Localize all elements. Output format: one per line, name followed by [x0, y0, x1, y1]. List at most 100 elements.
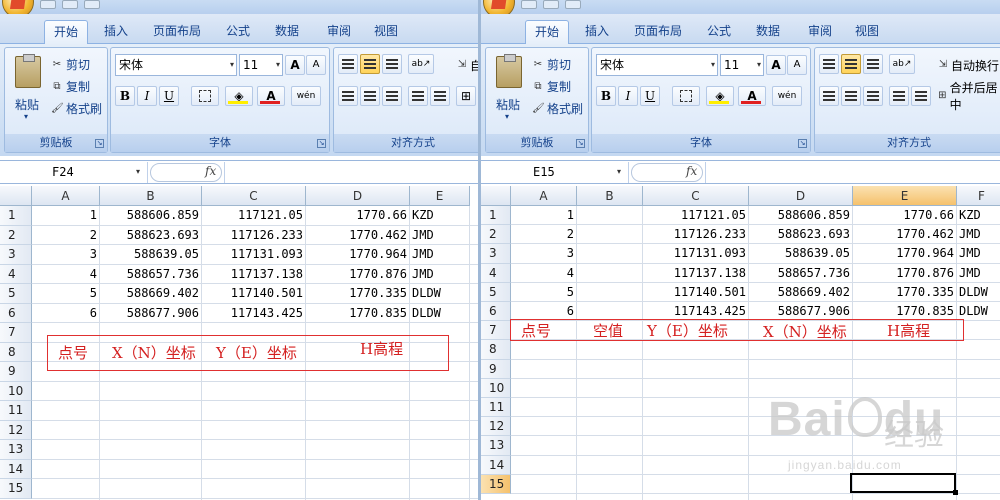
align-middle-button[interactable] — [841, 54, 861, 74]
formula-input[interactable] — [224, 162, 478, 183]
table-cell[interactable]: JMD — [957, 264, 1000, 283]
column-header-B[interactable]: B — [100, 186, 202, 206]
border-button[interactable] — [672, 86, 700, 106]
table-cell[interactable]: 3 — [32, 245, 100, 265]
paste-icon[interactable] — [496, 54, 522, 88]
column-header-A[interactable]: A — [32, 186, 100, 206]
row-header-4[interactable]: 4 — [0, 264, 32, 284]
align-bottom-button[interactable] — [382, 54, 402, 74]
table-cell[interactable]: 4 — [511, 264, 577, 283]
grow-font-button[interactable]: A — [766, 55, 786, 75]
row-header-7[interactable]: 7 — [0, 323, 32, 343]
row-header-10[interactable]: 10 — [0, 381, 32, 401]
fill-color-button[interactable]: ◈ — [706, 86, 734, 106]
table-cell[interactable]: 6 — [32, 304, 100, 324]
table-cell[interactable]: 1770.835 — [306, 304, 410, 324]
row-header-14[interactable]: 14 — [481, 455, 511, 475]
orientation-button[interactable]: ab↗ — [408, 54, 434, 74]
table-cell[interactable]: 117140.501 — [643, 283, 749, 302]
table-cell[interactable]: KZD — [957, 206, 1000, 225]
column-header-E[interactable]: E — [853, 186, 957, 206]
table-cell[interactable]: 117121.05 — [202, 206, 306, 226]
font-color-button[interactable]: A — [738, 86, 766, 106]
table-cell[interactable]: 1770.335 — [853, 283, 957, 302]
copy-button[interactable]: ⧉ 复制 — [51, 78, 90, 95]
table-cell[interactable]: DLDW — [410, 304, 470, 324]
italic-button[interactable]: I — [137, 86, 157, 106]
orientation-button[interactable]: ab↗ — [889, 54, 915, 74]
column-header-B[interactable]: B — [577, 186, 643, 206]
table-cell[interactable]: DLDW — [957, 283, 1000, 302]
table-cell[interactable]: 588669.402 — [749, 283, 853, 302]
shrink-font-button[interactable]: A — [787, 55, 807, 75]
paste-button-label[interactable]: 粘贴 — [15, 96, 39, 113]
table-cell[interactable]: 1770.876 — [853, 264, 957, 283]
font-size-select[interactable]: 11 ▾ — [720, 54, 764, 76]
table-cell[interactable]: 588639.05 — [749, 244, 853, 263]
insert-function-icon[interactable]: fx — [205, 164, 216, 178]
table-cell[interactable]: 117137.138 — [202, 265, 306, 285]
active-cell-selection[interactable] — [850, 473, 956, 493]
align-right-button[interactable] — [863, 86, 883, 106]
table-cell[interactable]: 588623.693 — [749, 225, 853, 244]
row-header-2[interactable]: 2 — [0, 225, 32, 245]
chevron-down-icon[interactable]: ▾ — [24, 112, 28, 121]
font-color-button[interactable]: A — [257, 86, 285, 106]
align-middle-button[interactable] — [360, 54, 380, 74]
table-cell[interactable]: 588677.906 — [100, 304, 202, 324]
undo-icon[interactable] — [543, 0, 559, 9]
bold-button[interactable]: B — [115, 86, 135, 106]
table-cell[interactable]: 588623.693 — [100, 226, 202, 246]
format_painter-button[interactable]: 🖌 格式刷 — [532, 100, 583, 117]
column-header-A[interactable]: A — [511, 186, 577, 206]
paste-button-label[interactable]: 粘贴 — [496, 96, 520, 113]
column-header-E[interactable]: E — [410, 186, 470, 206]
table-cell[interactable]: 1770.335 — [306, 284, 410, 304]
increase-indent-button[interactable] — [911, 86, 931, 106]
cut-button[interactable]: ✂ 剪切 — [532, 56, 571, 73]
dialog-launcher-icon[interactable]: ↘ — [798, 139, 807, 148]
row-header-9[interactable]: 9 — [0, 362, 32, 382]
select-all-corner[interactable] — [481, 186, 511, 206]
column-header-F[interactable]: F — [957, 186, 1000, 206]
tab-5[interactable]: 审阅 — [318, 20, 360, 44]
redo-icon[interactable] — [84, 0, 100, 9]
row-header-8[interactable]: 8 — [0, 342, 32, 362]
wrap-text-button[interactable]: ⇲ 自 — [456, 55, 478, 75]
column-header-D[interactable]: D — [306, 186, 410, 206]
table-cell[interactable]: 117126.233 — [643, 225, 749, 244]
row-header-5[interactable]: 5 — [481, 282, 511, 302]
table-cell[interactable]: 588606.859 — [749, 206, 853, 225]
copy-button[interactable]: ⧉ 复制 — [532, 78, 571, 95]
underline-button[interactable]: U — [640, 86, 660, 106]
table-cell[interactable]: JMD — [957, 244, 1000, 263]
decrease-indent-button[interactable] — [408, 86, 428, 106]
save-icon[interactable] — [40, 0, 56, 9]
table-cell[interactable]: 1770.462 — [306, 226, 410, 246]
row-header-5[interactable]: 5 — [0, 284, 32, 304]
row-header-14[interactable]: 14 — [0, 459, 32, 479]
table-cell[interactable]: 1770.876 — [306, 265, 410, 285]
table-cell[interactable]: 2 — [511, 225, 577, 244]
row-header-13[interactable]: 13 — [0, 440, 32, 460]
column-header-D[interactable]: D — [749, 186, 853, 206]
tab-0[interactable]: 开始 — [525, 20, 570, 44]
table-cell[interactable]: 1770.66 — [853, 206, 957, 225]
phonetic-button[interactable]: wén — [291, 86, 321, 106]
fill-color-button[interactable]: ◈ — [225, 86, 253, 106]
table-cell[interactable]: JMD — [957, 225, 1000, 244]
border-button[interactable] — [191, 86, 219, 106]
table-cell[interactable]: 588657.736 — [749, 264, 853, 283]
insert-function-icon[interactable]: fx — [686, 164, 697, 178]
dialog-launcher-icon[interactable]: ↘ — [95, 139, 104, 148]
table-cell[interactable]: JMD — [410, 265, 470, 285]
align-top-button[interactable] — [819, 54, 839, 74]
tab-6[interactable]: 视图 — [846, 20, 888, 44]
dialog-launcher-icon[interactable]: ↘ — [576, 139, 585, 148]
align-left-button[interactable] — [819, 86, 839, 106]
row-header-6[interactable]: 6 — [0, 303, 32, 323]
row-header-9[interactable]: 9 — [481, 359, 511, 379]
paste-icon[interactable] — [15, 54, 41, 88]
save-icon[interactable] — [521, 0, 537, 9]
dialog-launcher-icon[interactable]: ↘ — [317, 139, 326, 148]
